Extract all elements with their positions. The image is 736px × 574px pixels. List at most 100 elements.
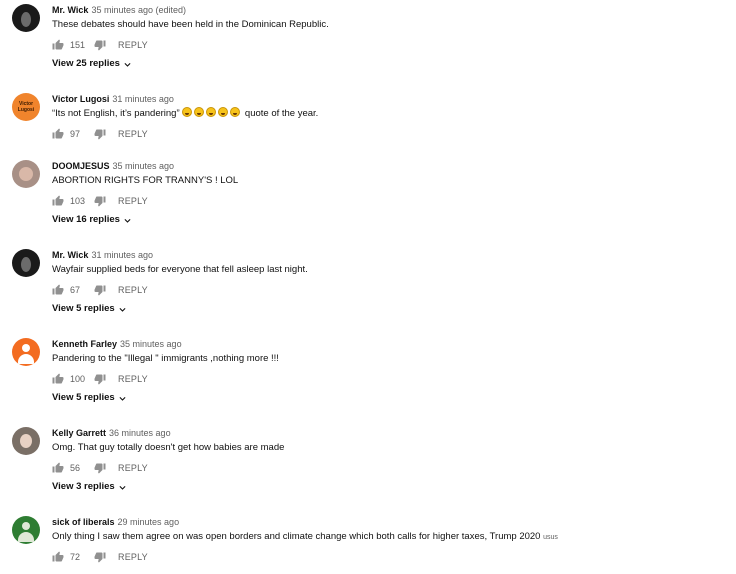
like-icon[interactable]	[52, 373, 64, 385]
dislike-icon[interactable]	[94, 39, 106, 51]
comment-text-main: Only thing I saw them agree on was open …	[52, 531, 541, 542]
view-replies-button[interactable]: View 3 replies	[52, 481, 127, 493]
comment-header: Mr. Wick 35 minutes ago (edited)	[52, 4, 186, 16]
comment-text: Omg. That guy totally doesn't get how ba…	[52, 442, 285, 453]
timestamp[interactable]: 35 minutes ago	[113, 161, 175, 171]
comment-text: These debates should have been held in t…	[52, 19, 329, 30]
timestamp[interactable]: 35 minutes ago	[120, 339, 182, 349]
avatar[interactable]	[12, 160, 40, 188]
author-name[interactable]: DOOMJESUS	[52, 161, 110, 171]
comment-text-start: “Its not English, it’s pandering”	[52, 108, 180, 119]
avatar[interactable]	[12, 427, 40, 455]
chevron-down-icon	[118, 305, 127, 314]
chevron-down-icon	[123, 216, 132, 225]
laughing-emoji-icon	[230, 107, 241, 117]
laughing-emoji-icon	[218, 107, 229, 117]
reply-button[interactable]: REPLY	[118, 463, 148, 473]
comment: Kelly Garrett 36 minutes ago Omg. That gu…	[0, 427, 736, 497]
comment-text: Only thing I saw them agree on was open …	[52, 530, 558, 544]
like-count: 67	[70, 285, 81, 295]
view-replies-label: View 25 replies	[52, 58, 120, 69]
view-replies-label: View 3 replies	[52, 481, 115, 492]
comment-text-suffix: usus	[543, 534, 558, 541]
laughing-emoji-icon	[182, 107, 193, 117]
laughing-emoji-icon	[194, 107, 205, 117]
timestamp[interactable]: 35 minutes ago (edited)	[91, 5, 186, 15]
timestamp[interactable]: 31 minutes ago	[91, 250, 153, 260]
comment-header: Kelly Garrett 36 minutes ago	[52, 427, 171, 439]
avatar[interactable]: Victor Lugosi	[12, 93, 40, 121]
comment-actions: 72 REPLY	[52, 550, 148, 564]
author-name[interactable]: Mr. Wick	[52, 5, 88, 15]
comment-actions: 151 REPLY	[52, 38, 148, 52]
author-name[interactable]: Mr. Wick	[52, 250, 88, 260]
reply-button[interactable]: REPLY	[118, 285, 148, 295]
avatar[interactable]	[12, 338, 40, 366]
reply-button[interactable]: REPLY	[118, 40, 148, 50]
view-replies-button[interactable]: View 5 replies	[52, 303, 127, 315]
comment-header: Mr. Wick 31 minutes ago	[52, 249, 153, 261]
laughing-emoji-icon	[206, 107, 217, 117]
timestamp[interactable]: 29 minutes ago	[118, 517, 180, 527]
author-name[interactable]: sick of liberals	[52, 517, 115, 527]
comment-actions: 97 REPLY	[52, 127, 148, 141]
comment: DOOMJESUS 35 minutes ago ABORTION RIGHTS …	[0, 160, 736, 230]
comment-actions: 100 REPLY	[52, 372, 148, 386]
dislike-icon[interactable]	[94, 462, 106, 474]
comment-header: sick of liberals 29 minutes ago	[52, 516, 179, 528]
author-name[interactable]: Victor Lugosi	[52, 94, 109, 104]
like-icon[interactable]	[52, 462, 64, 474]
chevron-down-icon	[118, 394, 127, 403]
comment: Mr. Wick 35 minutes ago (edited) These de…	[0, 4, 736, 74]
like-count: 97	[70, 129, 81, 139]
author-name[interactable]: Kelly Garrett	[52, 428, 106, 438]
comment: Mr. Wick 31 minutes ago Wayfair supplied …	[0, 249, 736, 319]
comment-header: Kenneth Farley 35 minutes ago	[52, 338, 182, 350]
dislike-icon[interactable]	[94, 551, 106, 563]
reply-button[interactable]: REPLY	[118, 552, 148, 562]
comment-text-end: quote of the year.	[244, 108, 319, 119]
like-count: 103	[70, 196, 86, 206]
view-replies-button[interactable]: View 5 replies	[52, 392, 127, 404]
avatar[interactable]	[12, 516, 40, 544]
dislike-icon[interactable]	[94, 284, 106, 296]
dislike-icon[interactable]	[94, 195, 106, 207]
reply-button[interactable]: REPLY	[118, 196, 148, 206]
avatar[interactable]	[12, 4, 40, 32]
author-name[interactable]: Kenneth Farley	[52, 339, 117, 349]
view-replies-label: View 5 replies	[52, 303, 115, 314]
timestamp[interactable]: 36 minutes ago	[109, 428, 171, 438]
comment-text: “Its not English, it’s pandering” quote …	[52, 107, 318, 120]
avatar-text: Victor Lugosi	[17, 101, 35, 113]
view-replies-label: View 16 replies	[52, 214, 120, 225]
timestamp[interactable]: 31 minutes ago	[112, 94, 174, 104]
reply-button[interactable]: REPLY	[118, 129, 148, 139]
like-icon[interactable]	[52, 551, 64, 563]
comment: sick of liberals 29 minutes ago Only thin…	[0, 516, 736, 570]
view-replies-button[interactable]: View 16 replies	[52, 214, 132, 226]
comment-text: Wayfair supplied beds for everyone that …	[52, 264, 308, 275]
dislike-icon[interactable]	[94, 128, 106, 140]
comment: Kenneth Farley 35 minutes ago Pandering t…	[0, 338, 736, 408]
like-count: 151	[70, 40, 86, 50]
like-icon[interactable]	[52, 284, 64, 296]
comment-actions: 56 REPLY	[52, 461, 148, 475]
comment-actions: 103 REPLY	[52, 194, 148, 208]
like-count: 100	[70, 374, 86, 384]
avatar[interactable]	[12, 249, 40, 277]
chevron-down-icon	[123, 60, 132, 69]
like-icon[interactable]	[52, 128, 64, 140]
view-replies-button[interactable]: View 25 replies	[52, 58, 132, 70]
comment: Victor Lugosi Victor Lugosi 31 minutes ag…	[0, 93, 736, 143]
comment-header: DOOMJESUS 35 minutes ago	[52, 160, 174, 172]
chevron-down-icon	[118, 483, 127, 492]
comment-text: Pandering to the "Illegal " immigrants ,…	[52, 353, 279, 364]
comment-text: ABORTION RIGHTS FOR TRANNY'S ! LOL	[52, 175, 239, 186]
like-icon[interactable]	[52, 195, 64, 207]
like-icon[interactable]	[52, 39, 64, 51]
view-replies-label: View 5 replies	[52, 392, 115, 403]
reply-button[interactable]: REPLY	[118, 374, 148, 384]
like-count: 72	[70, 552, 81, 562]
comment-header: Victor Lugosi 31 minutes ago	[52, 93, 174, 105]
dislike-icon[interactable]	[94, 373, 106, 385]
